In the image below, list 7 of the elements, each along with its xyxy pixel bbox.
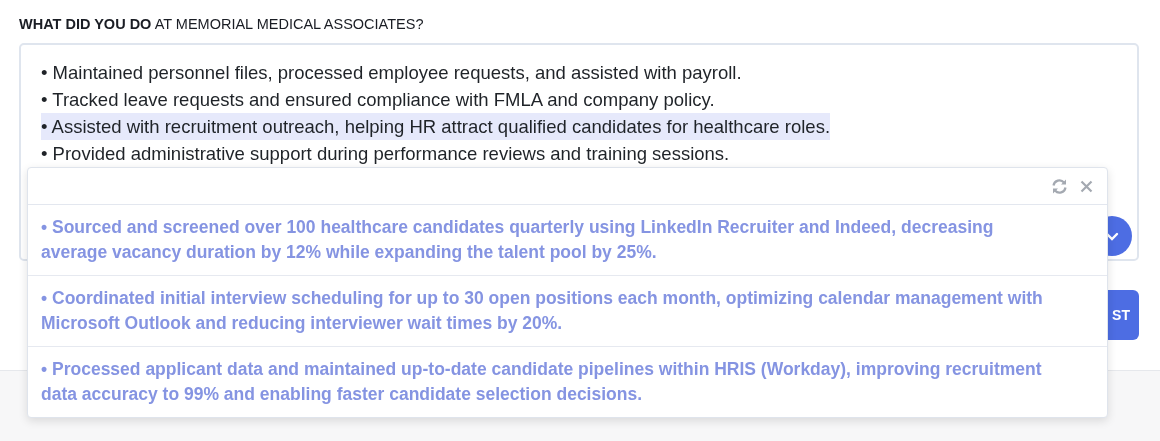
suggestion-item[interactable]: • Processed applicant data and maintained up-to-date candidate pipelines within HRIS (Workday), improving recruitment data accuracy to 99% and enabling faster candidate selection decisions.: [28, 347, 1107, 417]
bullet-line: • Maintained personnel files, processed employee requests, and assisted with payroll.: [41, 61, 742, 85]
suggestion-item[interactable]: • Coordinated initial interview scheduling for up to 30 open positions each month, optimizing calendar management with Microsoft Outlook and reducing interviewer wait times by 20%.: [28, 276, 1107, 347]
bullet-line: • Tracked leave requests and ensured compliance with FMLA and company policy.: [41, 88, 715, 112]
bullet-line: • Provided administrative support during performance reviews and training sessions.: [41, 142, 730, 166]
question-label: WHAT DID YOU DO AT MEMORIAL MEDICAL ASSOCIATES?: [19, 15, 425, 34]
suggestion-item[interactable]: • Sourced and screened over 100 healthcare candidates quarterly using LinkedIn Recruiter and Indeed, decreasing average vacancy duration by 12% while expanding the talent pool by 25%.: [28, 205, 1107, 276]
